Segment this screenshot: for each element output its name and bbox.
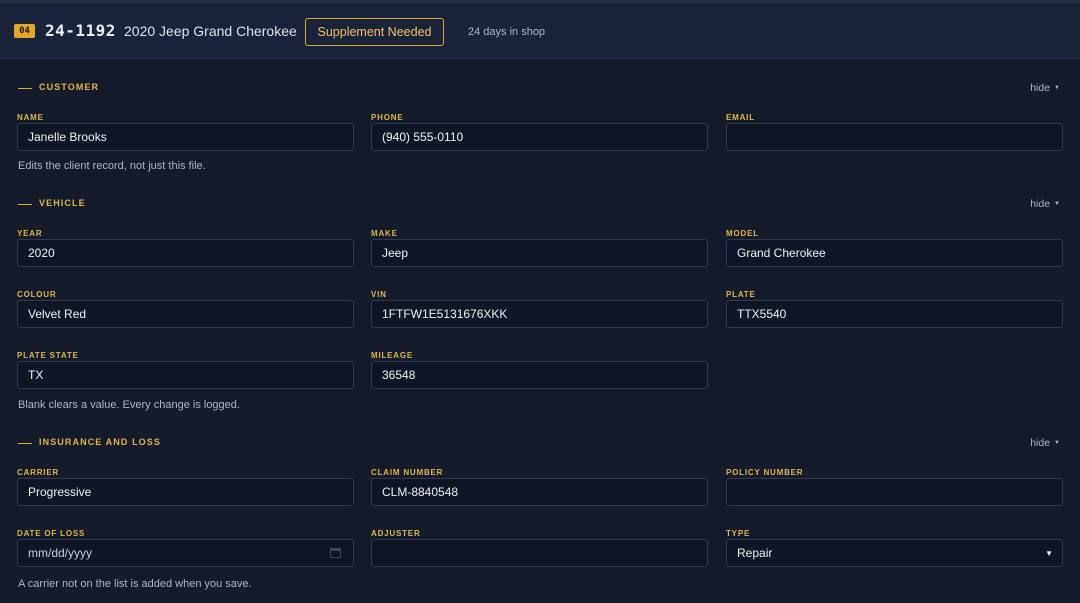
model-label: MODEL xyxy=(726,229,759,238)
email-label: EMAIL xyxy=(726,113,755,122)
vin-label: VIN xyxy=(371,290,387,299)
plate-input[interactable] xyxy=(726,300,1063,328)
make-input[interactable] xyxy=(371,239,708,267)
section-insurance-header: INSURANCE AND LOSS hide ▼ xyxy=(0,437,1080,451)
customer-help-text: Edits the client record, not just this f… xyxy=(18,160,206,172)
policy-number-label: POLICY NUMBER xyxy=(726,468,804,477)
hide-customer-toggle[interactable]: hide ▼ xyxy=(1030,82,1060,94)
section-rule xyxy=(18,204,32,205)
year-label: YEAR xyxy=(17,229,43,238)
plate-label: PLATE xyxy=(726,290,756,299)
insurance-help-text: A carrier not on the list is added when … xyxy=(18,578,252,590)
date-of-loss-input[interactable] xyxy=(17,539,354,567)
model-input[interactable] xyxy=(726,239,1063,267)
chevron-down-icon: ▼ xyxy=(1054,201,1060,208)
section-title-vehicle: VEHICLE xyxy=(39,198,86,208)
chevron-down-icon: ▼ xyxy=(1054,440,1060,447)
repair-order-number: 24-1192 xyxy=(45,21,116,40)
section-rule xyxy=(18,443,32,444)
colour-label: COLOUR xyxy=(17,290,57,299)
date-of-loss-label: DATE OF LOSS xyxy=(17,529,86,538)
name-label: NAME xyxy=(17,113,44,122)
year-input[interactable] xyxy=(17,239,354,267)
email-input[interactable] xyxy=(726,123,1063,151)
section-customer-header: CUSTOMER hide ▼ xyxy=(0,82,1080,96)
adjuster-label: ADJUSTER xyxy=(371,529,421,538)
colour-input[interactable] xyxy=(17,300,354,328)
section-title-insurance: INSURANCE AND LOSS xyxy=(39,437,161,447)
phone-label: PHONE xyxy=(371,113,404,122)
make-label: MAKE xyxy=(371,229,398,238)
hide-label: hide xyxy=(1030,437,1051,449)
claim-number-input[interactable] xyxy=(371,478,708,506)
section-vehicle-header: VEHICLE hide ▼ xyxy=(0,198,1080,212)
mileage-label: MILEAGE xyxy=(371,351,414,360)
vin-input[interactable] xyxy=(371,300,708,328)
carrier-label: CARRIER xyxy=(17,468,60,477)
phone-input[interactable] xyxy=(371,123,708,151)
hide-insurance-toggle[interactable]: hide ▼ xyxy=(1030,437,1060,449)
days-in-shop: 24 days in shop xyxy=(468,26,546,38)
mileage-input[interactable] xyxy=(371,361,708,389)
type-select[interactable]: Repair xyxy=(726,539,1063,567)
hide-vehicle-toggle[interactable]: hide ▼ xyxy=(1030,198,1060,210)
policy-number-input[interactable] xyxy=(726,478,1063,506)
chevron-down-icon: ▼ xyxy=(1054,85,1060,92)
section-rule xyxy=(18,88,32,89)
plate-state-input[interactable] xyxy=(17,361,354,389)
hide-label: hide xyxy=(1030,82,1051,94)
status-badge[interactable]: Supplement Needed xyxy=(305,18,444,46)
stage-number-badge: 04 xyxy=(14,24,35,38)
hide-label: hide xyxy=(1030,198,1051,210)
name-input[interactable] xyxy=(17,123,354,151)
adjuster-input[interactable] xyxy=(371,539,708,567)
vehicle-title: 2020 Jeep Grand Cherokee xyxy=(124,23,297,39)
section-title-customer: CUSTOMER xyxy=(39,82,100,92)
plate-state-label: PLATE STATE xyxy=(17,351,79,360)
record-header: 04 24-1192 2020 Jeep Grand Cherokee Supp… xyxy=(0,0,1080,59)
carrier-input[interactable] xyxy=(17,478,354,506)
vehicle-help-text: Blank clears a value. Every change is lo… xyxy=(18,399,240,411)
header-top-strip xyxy=(0,0,1080,3)
type-label: TYPE xyxy=(726,529,751,538)
claim-number-label: CLAIM NUMBER xyxy=(371,468,444,477)
